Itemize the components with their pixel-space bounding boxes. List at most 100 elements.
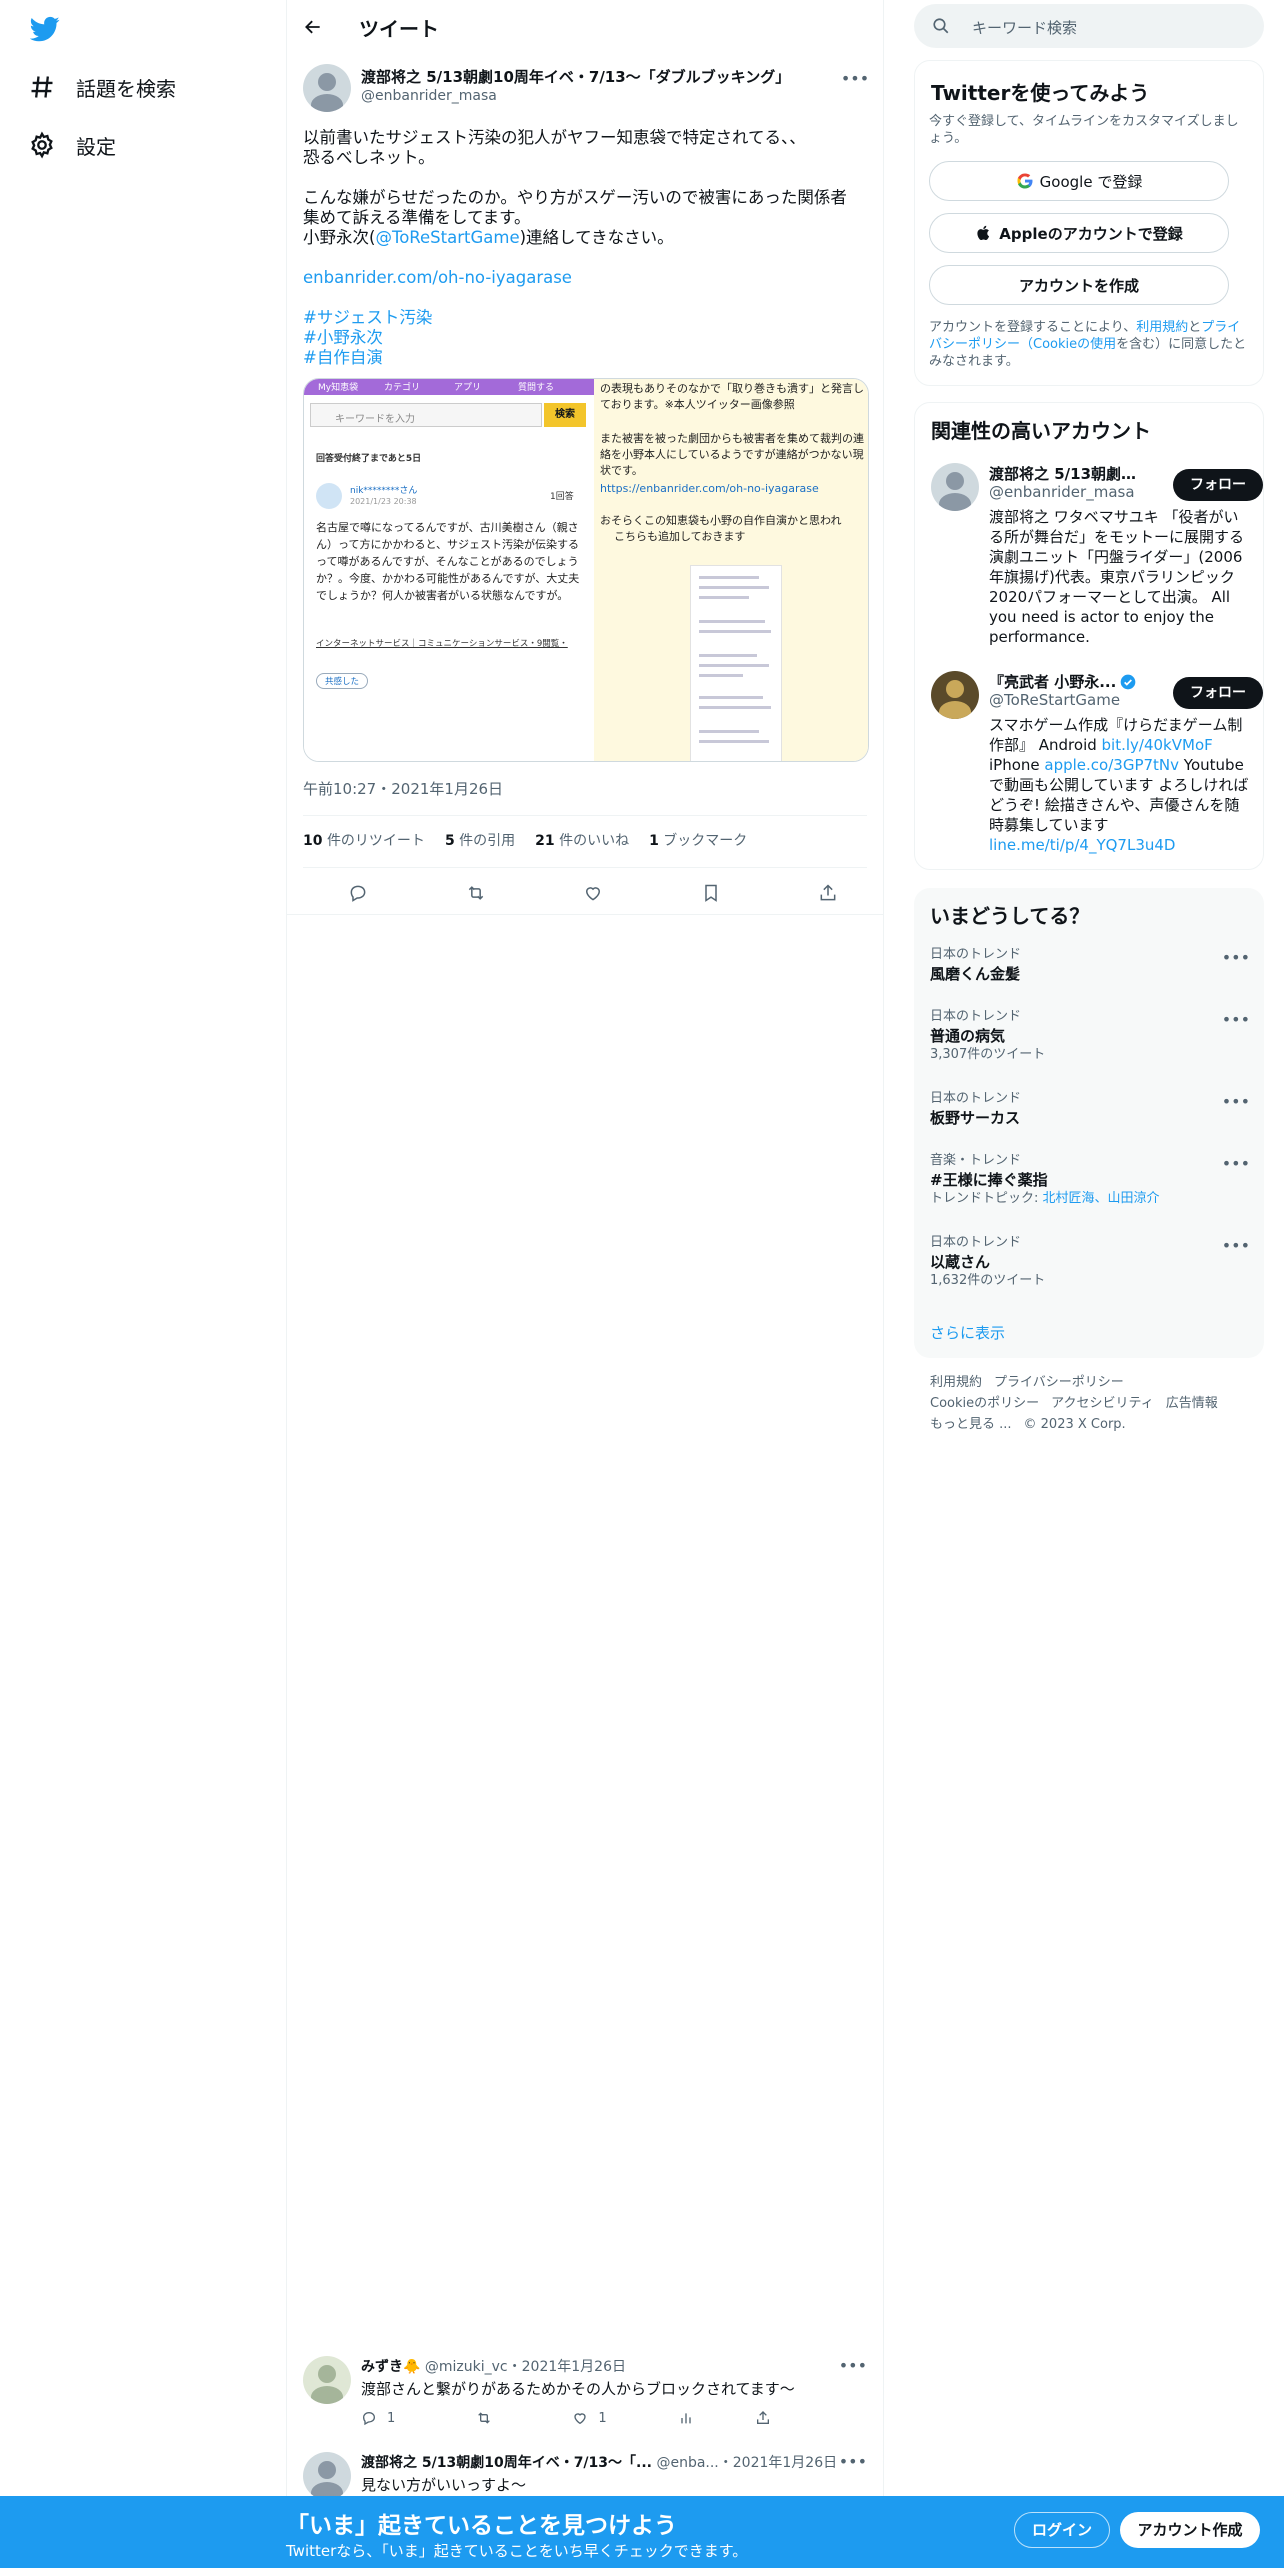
more-options-button[interactable]: ••• — [840, 66, 870, 90]
reply-author-name[interactable]: みずき🐥 — [361, 2359, 420, 2375]
like-count: 1 — [598, 2410, 607, 2426]
related-account-handle[interactable]: @enbanrider_masa — [989, 483, 1135, 501]
login-button[interactable]: ログイン — [1014, 2512, 1110, 2548]
more-options-button[interactable]: ••• — [1222, 948, 1250, 967]
trend-item[interactable]: 日本のトレンド 以蔵さん 1,632件のツイート ••• — [930, 1234, 1250, 1290]
signup-legal-text: アカウントを登録することにより、利用規約とプライバシーポリシー（Cookieの使… — [929, 320, 1247, 369]
trend-name: #王様に捧ぐ薬指 — [930, 1171, 1048, 1189]
reply-author-name[interactable]: 渡部将之 5/13朝劇10周年イベ・7/13〜「... — [361, 2455, 652, 2471]
bookmark-button[interactable] — [696, 878, 726, 908]
retweet-button[interactable] — [476, 2408, 572, 2428]
left-navigation: 話題を検索 設定 — [0, 0, 286, 2568]
nav-settings[interactable]: 設定 — [28, 125, 116, 165]
trend-context: 日本のトレンド — [930, 1091, 1022, 1106]
back-button[interactable] — [299, 13, 327, 41]
create-account-button[interactable]: アカウントを作成 — [929, 265, 1229, 305]
footer-cookie-link[interactable]: Cookieのポリシー — [930, 1396, 1039, 1411]
banner-subtitle: Twitterなら、「いま」起きていることをいち早くチェックできます。 — [286, 2542, 748, 2560]
avatar[interactable] — [931, 671, 979, 719]
follow-button[interactable]: フォロー — [1173, 677, 1263, 709]
tweet-media-image[interactable]: My知恵袋 カテゴリ アプリ 質問する キーワードを入力 検索 回答受付終了まで… — [303, 378, 869, 762]
trend-count: 3,307件のツイート — [930, 1047, 1046, 1062]
search-placeholder: キーワード検索 — [972, 19, 1078, 37]
trend-item[interactable]: 日本のトレンド 風磨くん金髪 ••• — [930, 946, 1250, 984]
avatar[interactable] — [303, 64, 351, 112]
reply-author-handle[interactable]: @enba... — [656, 2455, 718, 2471]
chiebukuro-screenshot: My知恵袋 カテゴリ アプリ 質問する キーワードを入力 検索 回答受付終了まで… — [304, 379, 594, 761]
bio-link[interactable]: apple.co/3GP7tNv — [1044, 756, 1179, 774]
more-options-button[interactable]: ••• — [839, 2452, 867, 2471]
footer-copyright: © 2023 X Corp. — [1023, 1417, 1126, 1432]
ellipsis-icon: ••• — [840, 68, 870, 88]
footer-more-link[interactable]: もっと見る ... — [930, 1417, 1012, 1432]
chie-tab: My知恵袋 — [318, 383, 359, 393]
trend-topic-link[interactable]: 北村匠海、山田涼介 — [1043, 1191, 1160, 1206]
show-more-link[interactable]: さらに表示 — [930, 1322, 1005, 1343]
like-button[interactable] — [578, 878, 608, 908]
share-button[interactable] — [755, 2408, 781, 2428]
tweet-timestamp[interactable]: 午前10:27・2021年1月26日 — [303, 778, 503, 799]
more-options-button[interactable]: ••• — [1222, 1010, 1250, 1029]
avatar[interactable] — [303, 2452, 351, 2500]
trend-item[interactable]: 日本のトレンド 板野サーカス ••• — [930, 1090, 1250, 1128]
tweet-url-link[interactable]: enbanrider.com/oh-no-iyagarase — [303, 268, 867, 288]
signup-button[interactable]: アカウント作成 — [1120, 2512, 1260, 2548]
trend-item[interactable]: 音楽・トレンド #王様に捧ぐ薬指 トレンドトピック: 北村匠海、山田涼介 ••• — [930, 1152, 1250, 1208]
author-handle[interactable]: @enbanrider_masa — [361, 88, 497, 104]
chie-search-box: キーワードを入力 — [310, 403, 542, 427]
bio-link[interactable]: bit.ly/40kVMoF — [1102, 736, 1213, 754]
more-options-button[interactable]: ••• — [1222, 1154, 1250, 1173]
analytics-button[interactable] — [678, 2408, 755, 2428]
trend-item[interactable]: 日本のトレンド 普通の病気 3,307件のツイート ••• — [930, 1008, 1250, 1064]
likes-stat[interactable]: 21 件のいいね — [535, 830, 629, 850]
footer-links: 利用規約 プライバシーポリシー Cookieのポリシー アクセシビリティ 広告情報 も… — [930, 1372, 1260, 1435]
related-account-name[interactable]: 渡部将之 5/13朝劇10... — [989, 463, 1139, 484]
reply-text: 渡部さんと繋がりがあるためかその人からブロックされてます～ — [361, 2380, 795, 2398]
footer-terms-link[interactable]: 利用規約 — [930, 1375, 982, 1390]
hashtag-link[interactable]: #自作自演 — [303, 348, 867, 368]
trend-count: 1,632件のツイート — [930, 1273, 1046, 1288]
more-options-button[interactable]: ••• — [839, 2356, 867, 2375]
footer-ads-link[interactable]: 広告情報 — [1166, 1396, 1218, 1411]
bookmarks-stat[interactable]: 1 ブックマーク — [649, 830, 747, 850]
page-header: ツイート — [287, 0, 883, 54]
google-signup-button[interactable]: Google で登録 — [929, 161, 1229, 201]
banner-title: 「いま」起きていることを見つけよう — [286, 2513, 677, 2539]
blog-excerpt: の表現もありそのなかで「取り巻きも潰す」と発言しております。※本人ツイッター画像… — [594, 379, 868, 761]
follow-button[interactable]: フォロー — [1173, 469, 1263, 501]
footer-privacy-link[interactable]: プライバシーポリシー — [994, 1375, 1124, 1390]
hashtag-link[interactable]: #小野永次 — [303, 328, 867, 348]
reply-date[interactable]: ・2021年1月26日 — [508, 2359, 626, 2375]
like-button[interactable]: 1 — [572, 2408, 678, 2428]
search-input[interactable]: キーワード検索 — [914, 4, 1264, 48]
more-options-button[interactable]: ••• — [1222, 1092, 1250, 1111]
reply-button[interactable]: 1 — [361, 2408, 476, 2428]
reply-author-handle[interactable]: @mizuki_vc — [425, 2359, 508, 2375]
share-button[interactable] — [813, 878, 843, 908]
bio-link[interactable]: line.me/ti/p/4_YQ7L3u4D — [989, 836, 1175, 854]
reply-button[interactable] — [343, 878, 373, 908]
avatar[interactable] — [303, 2356, 351, 2404]
related-account-handle[interactable]: @ToReStartGame — [989, 691, 1120, 709]
retweet-button[interactable] — [461, 878, 491, 908]
author-name[interactable]: 渡部将之 5/13朝劇10周年イベ・7/13〜「ダブルブッキング」 — [361, 66, 790, 87]
chie-user-avatar — [316, 483, 342, 509]
avatar[interactable] — [931, 463, 979, 511]
footer-accessibility-link[interactable]: アクセシビリティ — [1051, 1396, 1154, 1411]
twitter-logo-icon[interactable] — [30, 14, 60, 44]
retweets-stat[interactable]: 10 件のリツイート — [303, 830, 425, 850]
more-options-button[interactable]: ••• — [1222, 1236, 1250, 1255]
hashtag-link[interactable]: #サジェスト汚染 — [303, 308, 867, 328]
mention-link[interactable]: @ToReStartGame — [375, 228, 519, 247]
apple-signup-button[interactable]: Appleのアカウントで登録 — [929, 213, 1229, 253]
quotes-stat[interactable]: 5 件の引用 — [445, 830, 515, 850]
chie-search-button: 検索 — [544, 403, 586, 427]
tweet-actions — [343, 878, 843, 908]
terms-link[interactable]: 利用規約 — [1136, 320, 1188, 335]
heart-icon — [574, 2413, 587, 2425]
related-account-name[interactable]: 『亮武者 小野永... — [989, 671, 1159, 692]
nav-explore[interactable]: 話題を検索 — [28, 67, 176, 107]
reply-date[interactable]: ・2021年1月26日 — [719, 2455, 837, 2471]
divider — [303, 867, 867, 868]
chie-answers: 1回答 — [550, 492, 574, 502]
